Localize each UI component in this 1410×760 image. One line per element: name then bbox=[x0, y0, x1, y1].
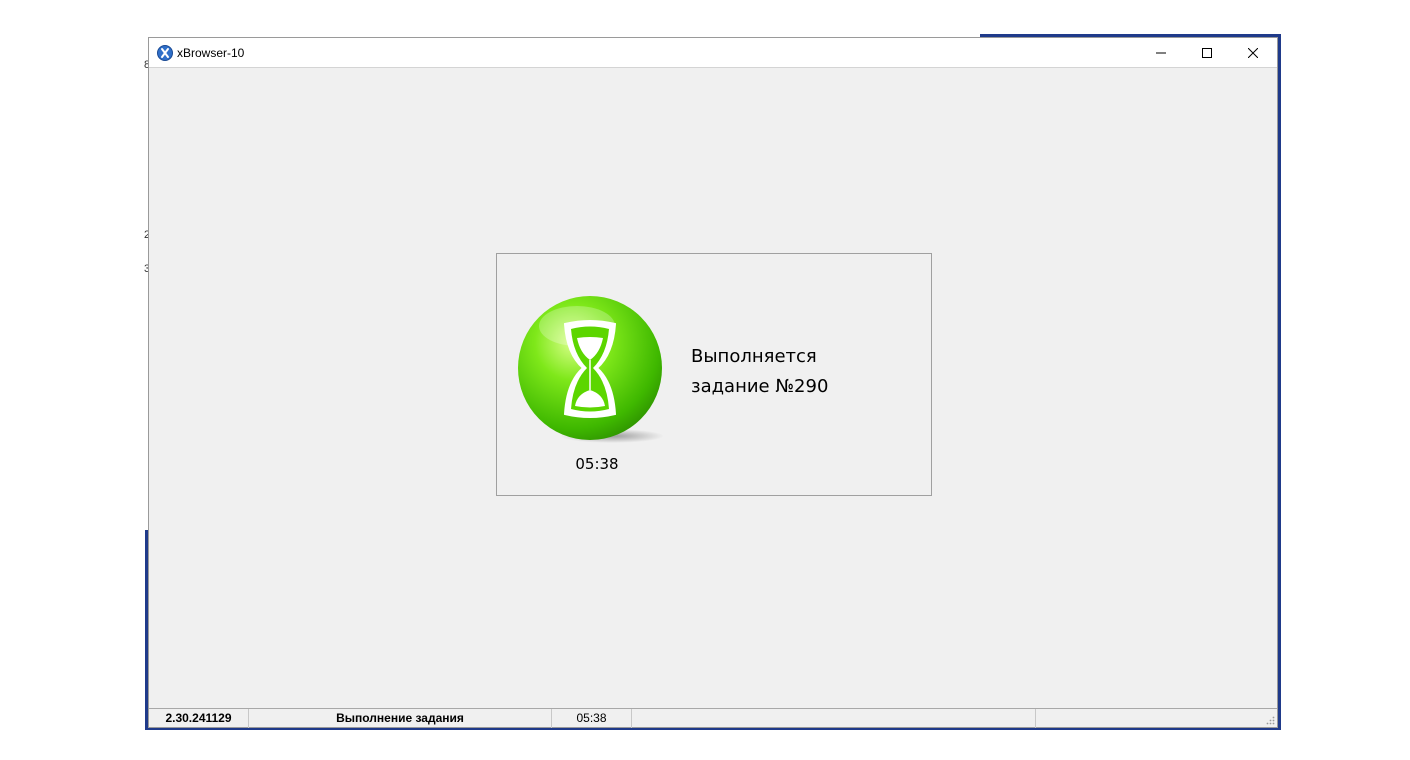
minimize-button[interactable] bbox=[1138, 38, 1184, 67]
status-panel-empty bbox=[632, 709, 1036, 728]
elapsed-timer: 05:38 bbox=[575, 455, 619, 473]
background-window-edge-right bbox=[1278, 34, 1281, 730]
status-bar: 2.30.241129 Выполнение задания 05:38 bbox=[149, 708, 1279, 728]
app-x-icon bbox=[157, 45, 173, 61]
status-time: 05:38 bbox=[552, 709, 632, 728]
status-panel-empty bbox=[1036, 709, 1279, 728]
title-bar[interactable]: xBrowser-10 bbox=[149, 38, 1277, 68]
progress-dialog: 05:38 Выполняется задание №290 bbox=[496, 253, 932, 496]
window-title: xBrowser-10 bbox=[177, 46, 245, 60]
maximize-button[interactable] bbox=[1184, 38, 1230, 67]
resize-grip-icon[interactable] bbox=[1265, 715, 1275, 725]
status-message: Выполнение задания bbox=[249, 709, 552, 728]
hourglass-icon bbox=[518, 296, 664, 443]
close-icon bbox=[1248, 47, 1258, 58]
message-line-2: задание №290 bbox=[691, 376, 829, 397]
task-message: Выполняется задание №290 bbox=[691, 342, 828, 402]
main-window: xBrowser-10 05:38 Выполняется задание №2… bbox=[148, 37, 1278, 728]
minimize-icon bbox=[1156, 52, 1166, 53]
maximize-icon bbox=[1202, 47, 1212, 58]
message-line-1: Выполняется bbox=[691, 346, 817, 367]
close-button[interactable] bbox=[1230, 38, 1276, 67]
status-version: 2.30.241129 bbox=[149, 709, 249, 728]
